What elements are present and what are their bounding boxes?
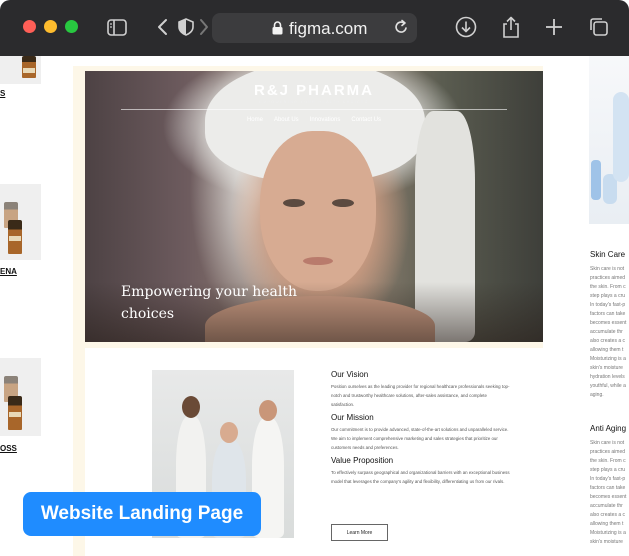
product-card[interactable] <box>0 56 41 84</box>
vision-text: Position ourselves as the leading provid… <box>331 384 510 407</box>
product-card[interactable] <box>0 184 41 260</box>
product-bottle-image <box>8 220 22 254</box>
brand-tagline: EMPOWERING YOUR HEALTH CHOICES <box>259 100 369 104</box>
lock-icon <box>272 21 283 40</box>
landing-page-frame[interactable]: R&J PHARMA EMPOWERING YOUR HEALTH CHOICE… <box>73 66 543 556</box>
url-text: figma.com <box>289 19 368 38</box>
product-name[interactable]: S <box>0 89 5 98</box>
product-bottle-image <box>8 396 22 430</box>
caption-badge: Website Landing Page <box>23 492 261 536</box>
about-text: Our Vision Position ourselves as the lea… <box>331 370 511 490</box>
close-window-button[interactable] <box>23 20 36 33</box>
product-name[interactable]: OSS <box>0 444 17 453</box>
nav-home[interactable]: Home <box>247 117 263 123</box>
face-shape <box>260 131 376 291</box>
share-icon[interactable] <box>500 16 522 38</box>
tabs-icon[interactable] <box>588 16 610 38</box>
value-title: Value Proposition <box>331 456 394 465</box>
skin-care-text: Skin care is not practices aimed the ski… <box>590 266 627 398</box>
product-name[interactable]: ENA <box>0 267 17 276</box>
mission-title: Our Mission <box>331 413 374 422</box>
figma-canvas[interactable]: S ENA OSS R&J PHARMA EMPOWERING YOUR HEA… <box>0 56 629 556</box>
main-nav: Home About Us Innovations Contact Us <box>85 117 543 123</box>
mission-text: Our commitment is to provide advanced, s… <box>331 427 509 450</box>
nav-contact-us[interactable]: Contact Us <box>351 117 381 123</box>
hero-section: R&J PHARMA EMPOWERING YOUR HEALTH CHOICE… <box>85 71 543 342</box>
value-text: To effectively surpass geographical and … <box>331 470 510 484</box>
vision-title: Our Vision <box>331 370 369 379</box>
skin-care-title: Skin Care <box>590 250 626 259</box>
anti-aging-text: Skin care is not practices aimed the ski… <box>590 440 627 545</box>
nav-innovations[interactable]: Innovations <box>310 117 341 123</box>
brand-logo[interactable]: R&J PHARMA <box>85 82 543 99</box>
anti-aging-title: Anti Aging <box>590 424 627 433</box>
nav-about-us[interactable]: About Us <box>274 117 299 123</box>
reload-icon[interactable] <box>393 19 409 41</box>
download-icon[interactable] <box>455 16 477 38</box>
product-bottle-image <box>22 56 36 78</box>
product-card[interactable] <box>0 358 41 436</box>
learn-more-button[interactable]: Learn More <box>331 524 388 541</box>
new-tab-icon[interactable] <box>543 16 565 38</box>
zoom-window-button[interactable] <box>65 20 78 33</box>
minimize-window-button[interactable] <box>44 20 57 33</box>
address-bar[interactable]: figma.com <box>212 13 417 43</box>
divider <box>121 109 507 110</box>
browser-toolbar: figma.com <box>0 0 629 56</box>
lab-photo <box>589 56 629 224</box>
back-icon[interactable] <box>151 16 173 38</box>
hero-headline: Empowering your health choices <box>121 284 298 322</box>
sidebar-icon[interactable] <box>106 16 128 38</box>
